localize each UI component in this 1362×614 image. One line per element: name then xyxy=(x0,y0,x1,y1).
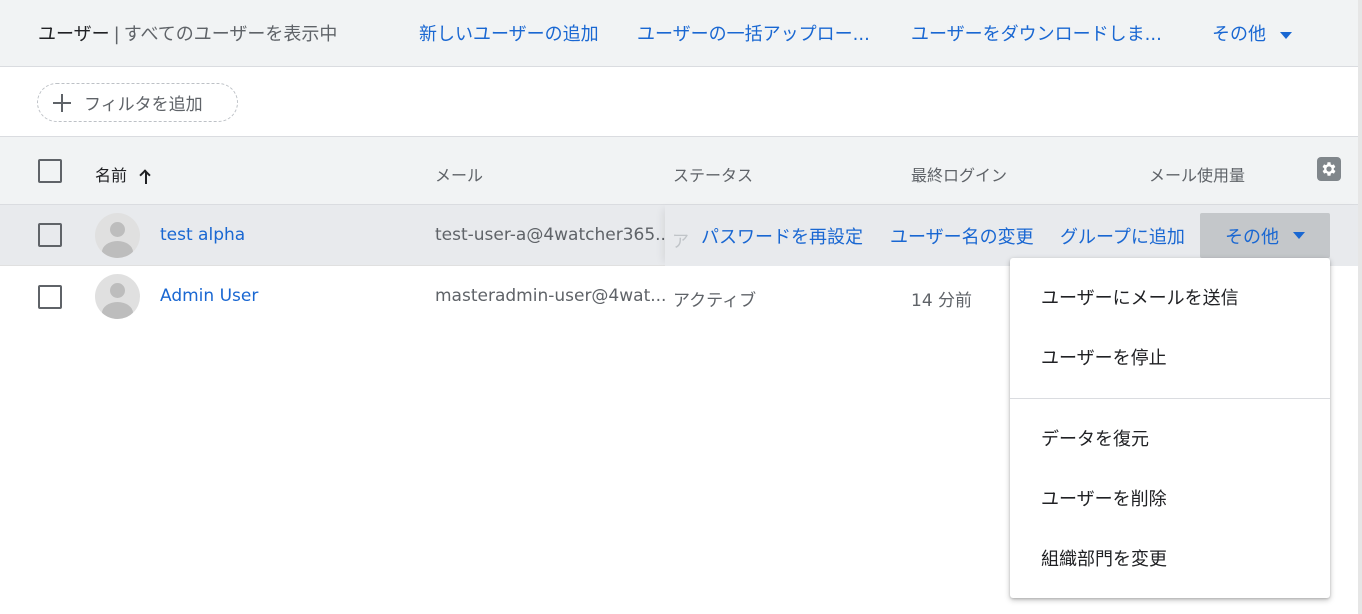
user-email: masteradmin-user@4wat... xyxy=(435,286,667,306)
menu-item-restore-data[interactable]: データを復元 xyxy=(1010,408,1330,468)
menu-item-delete-user[interactable]: ユーザーを削除 xyxy=(1010,468,1330,528)
user-name-link[interactable]: Admin User xyxy=(160,286,258,306)
more-actions-menu: ユーザーにメールを送信 ユーザーを停止 データを復元 ユーザーを削除 組織部門を… xyxy=(1010,258,1330,598)
filter-bar: フィルタを追加 xyxy=(0,67,1362,137)
page-title: ユーザー | すべてのユーザーを表示中 xyxy=(38,20,337,46)
add-user-link[interactable]: 新しいユーザーの追加 xyxy=(419,20,599,46)
user-last-login: 14 分前 xyxy=(911,291,973,311)
title-separator: | xyxy=(113,24,120,45)
rename-user-button[interactable]: ユーザー名の変更 xyxy=(890,223,1034,249)
header-more-label: その他 xyxy=(1212,24,1266,45)
gear-icon-glyph xyxy=(1322,162,1336,176)
caret-down-icon xyxy=(1280,31,1292,39)
gear-icon[interactable] xyxy=(1317,157,1341,181)
column-header-name[interactable]: 名前 xyxy=(95,162,153,186)
page-title-main: ユーザー xyxy=(38,24,110,45)
user-status-partial: ア xyxy=(672,232,689,252)
row-more-button[interactable]: その他 xyxy=(1200,213,1330,258)
scrollbar[interactable] xyxy=(1358,0,1362,614)
row-checkbox[interactable] xyxy=(38,285,62,309)
menu-item-suspend-user[interactable]: ユーザーを停止 xyxy=(1010,327,1330,387)
arrow-up-icon xyxy=(139,169,153,185)
bulk-upload-link[interactable]: ユーザーの一括アップロー... xyxy=(637,20,870,46)
page-header: ユーザー | すべてのユーザーを表示中 新しいユーザーの追加 ユーザーの一括アップロ… xyxy=(0,0,1362,67)
page-subtitle: すべてのユーザーを表示中 xyxy=(123,24,338,45)
column-header-last-login[interactable]: 最終ログイン xyxy=(911,162,1007,186)
add-filter-label: フィルタを追加 xyxy=(84,95,203,115)
user-status: アクティブ xyxy=(673,291,757,311)
column-header-mail-usage[interactable]: メール使用量 xyxy=(1149,162,1245,186)
select-all-checkbox[interactable] xyxy=(38,159,62,183)
header-more-button[interactable]: その他 xyxy=(1212,20,1292,46)
row-more-label: その他 xyxy=(1225,226,1279,248)
column-header-email[interactable]: メール xyxy=(435,162,483,186)
plus-icon xyxy=(52,93,72,113)
reset-password-button[interactable]: パスワードを再設定 xyxy=(701,223,863,249)
user-name-link[interactable]: test alpha xyxy=(160,225,245,245)
download-users-link[interactable]: ユーザーをダウンロードしま... xyxy=(911,20,1162,46)
caret-down-icon xyxy=(1293,232,1305,239)
user-email: test-user-a@4watcher365... xyxy=(435,225,672,245)
column-name-label: 名前 xyxy=(95,166,128,185)
row-checkbox[interactable] xyxy=(38,223,62,247)
default-avatar-icon xyxy=(95,213,140,258)
table-row[interactable]: test alpha test-user-a@4watcher365... ア … xyxy=(0,205,1362,266)
column-header-status[interactable]: ステータス xyxy=(673,162,753,186)
menu-item-send-email[interactable]: ユーザーにメールを送信 xyxy=(1010,267,1330,327)
default-avatar-icon xyxy=(95,274,140,319)
table-header: 名前 メール ステータス 最終ログイン メール使用量 xyxy=(0,137,1362,205)
add-filter-button[interactable]: フィルタを追加 xyxy=(37,83,238,122)
menu-divider xyxy=(1010,398,1330,399)
menu-item-change-org-unit[interactable]: 組織部門を変更 xyxy=(1010,528,1330,588)
add-to-group-button[interactable]: グループに追加 xyxy=(1060,223,1185,249)
